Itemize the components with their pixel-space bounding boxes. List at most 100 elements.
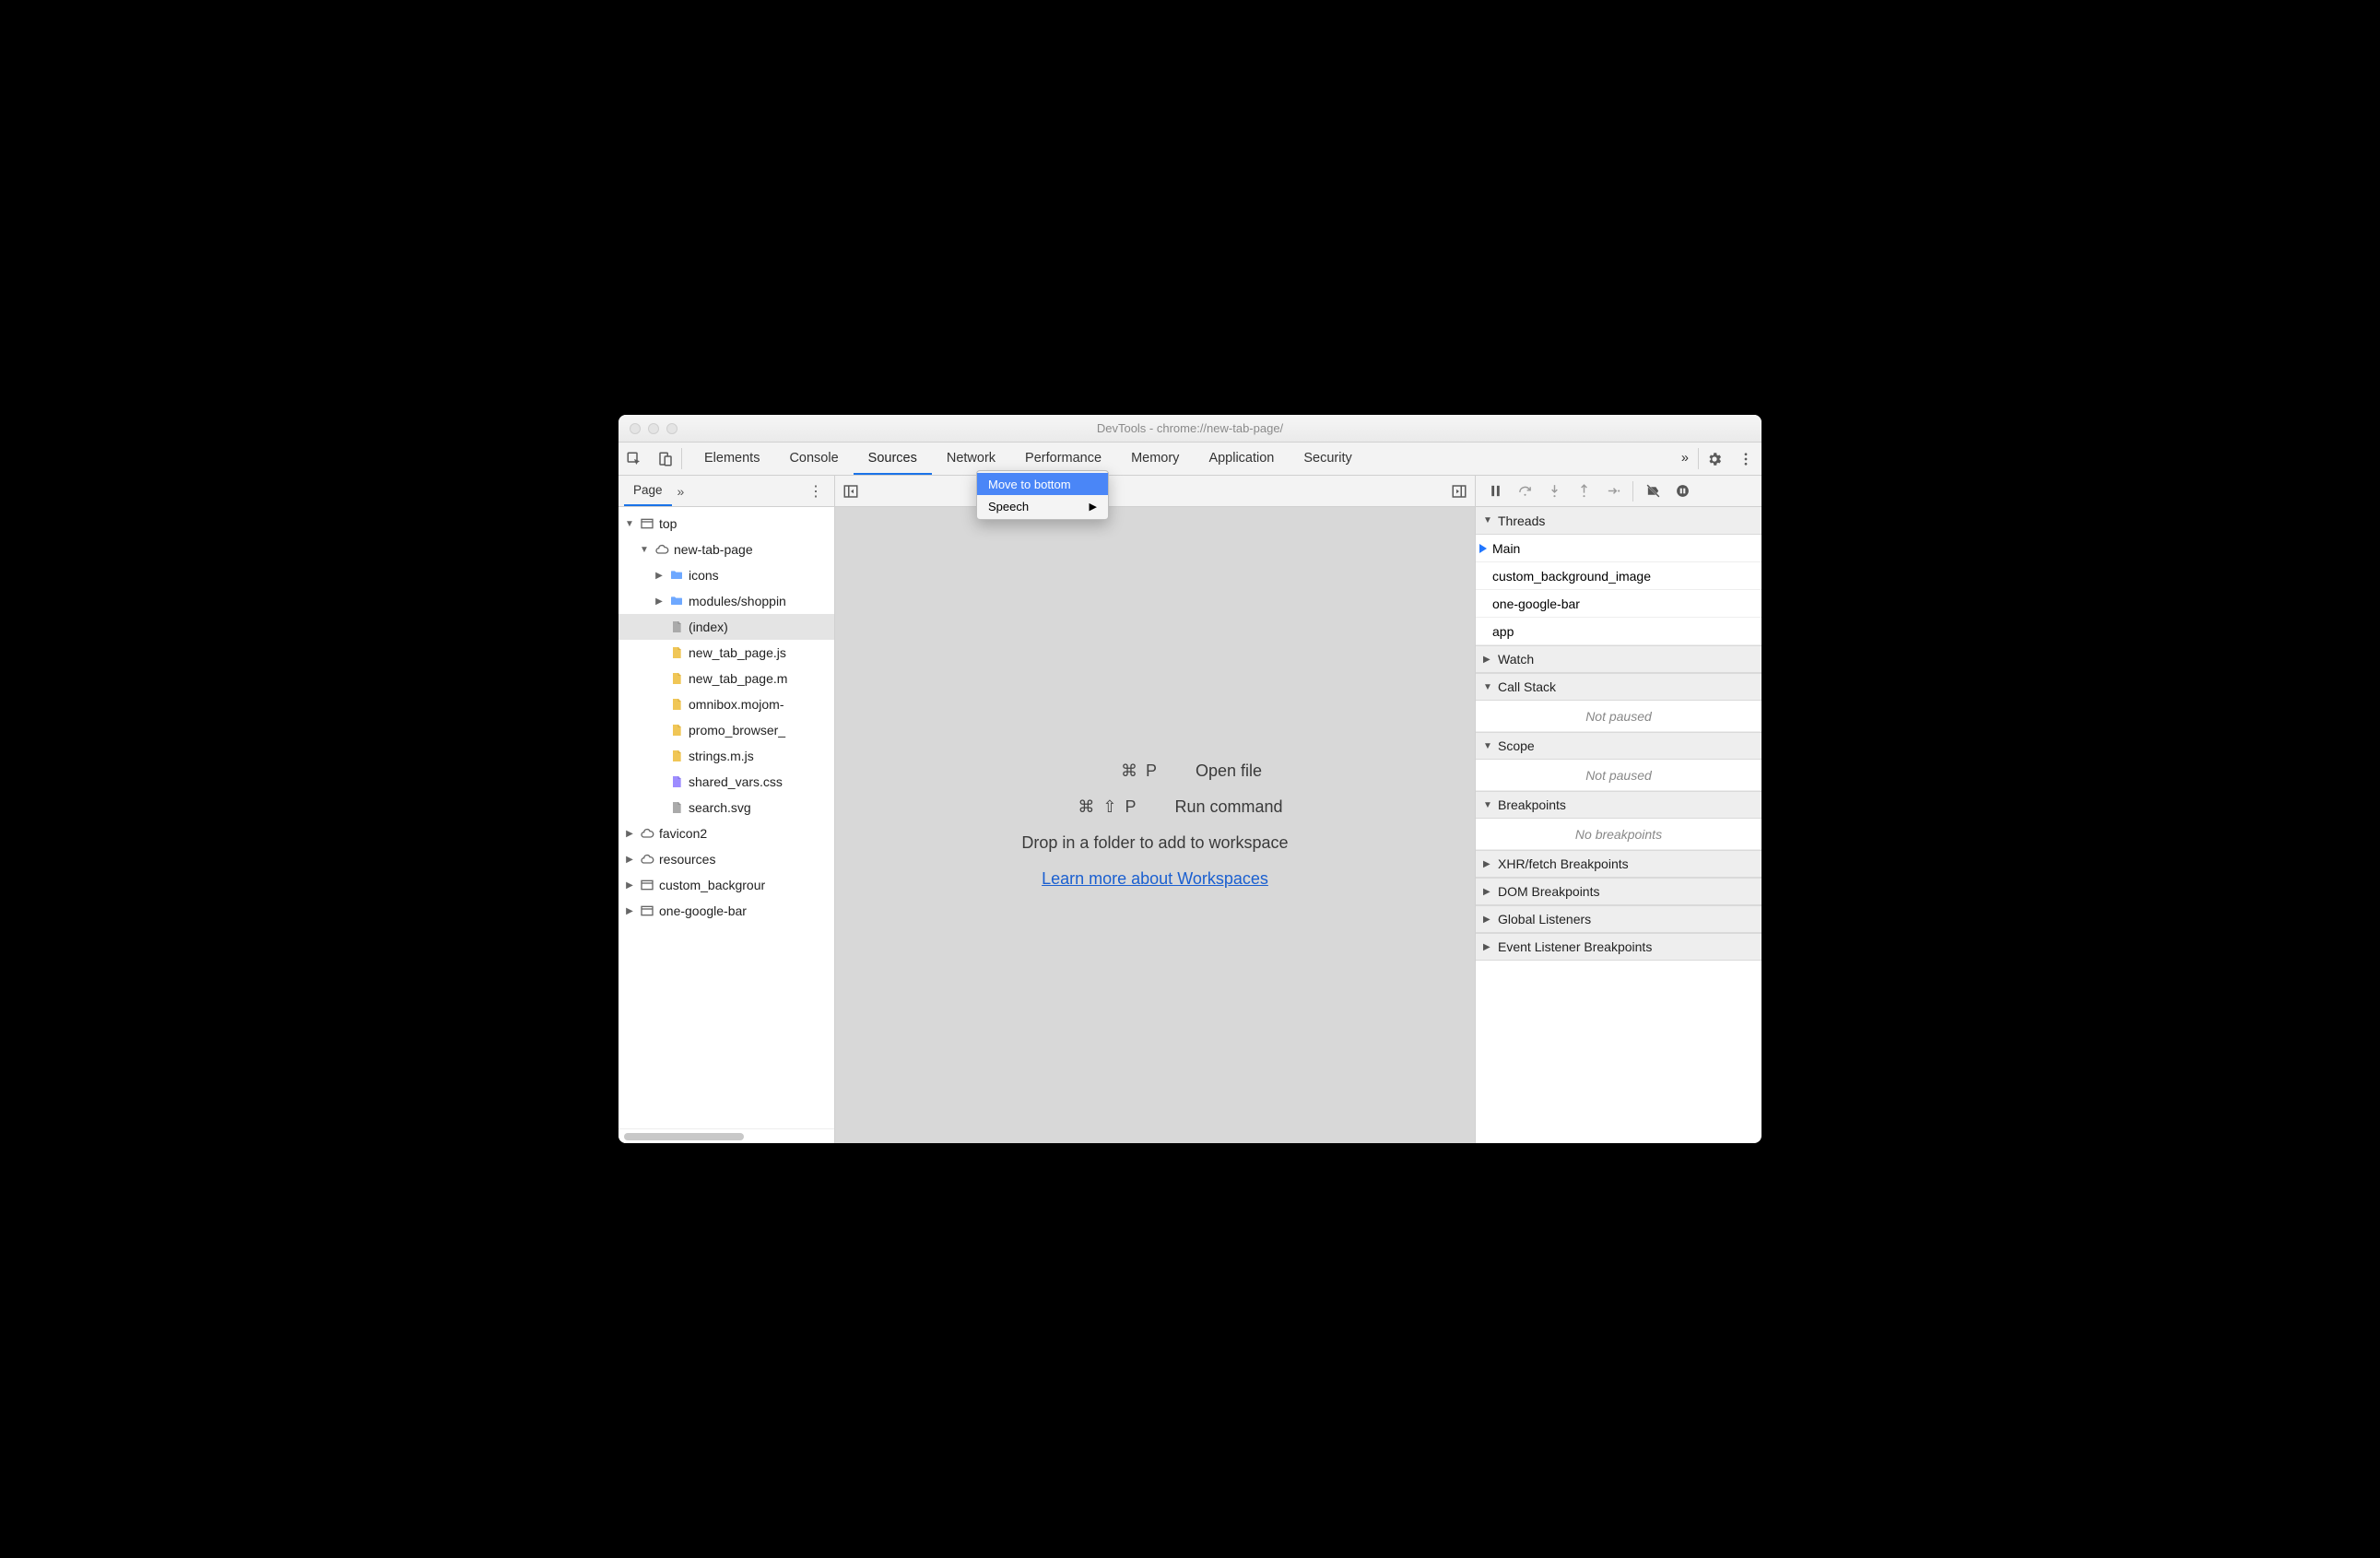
css-icon [668, 773, 685, 790]
threads-header[interactable]: ▼Threads [1476, 507, 1761, 535]
tree-node-label: icons [689, 568, 719, 583]
expand-arrow-icon[interactable]: ▶ [624, 906, 635, 916]
navigator-pane: Page » ⋮ ▼ top ▼ new-tab-page ▶ icons ▶modules… [619, 476, 835, 1143]
tree-node[interactable]: ▶ custom_backgrour [619, 872, 834, 898]
kebab-menu-icon[interactable] [1730, 443, 1761, 475]
tree-node[interactable]: search.svg [619, 795, 834, 820]
tab-security[interactable]: Security [1289, 443, 1366, 475]
frame-icon [639, 903, 655, 919]
tree-node-label: new_tab_page.js [689, 645, 786, 660]
tree-node[interactable]: new_tab_page.js [619, 640, 834, 666]
folder-icon [668, 567, 685, 584]
main-tabs: ElementsConsoleSourcesNetworkPerformance… [619, 443, 1761, 476]
js-icon [668, 644, 685, 661]
scope-header[interactable]: ▼Scope [1476, 732, 1761, 760]
tree-node-label: promo_browser_ [689, 723, 785, 738]
tree-node-label: custom_backgrour [659, 878, 765, 892]
hscrollbar[interactable] [619, 1128, 834, 1143]
call-stack-placeholder: Not paused [1476, 701, 1761, 732]
context-menu-item[interactable]: Move to bottom [977, 473, 1108, 495]
close-traffic-light[interactable] [630, 423, 641, 434]
tree-node-label: new-tab-page [674, 542, 753, 557]
expand-arrow-icon[interactable]: ▶ [624, 829, 635, 839]
tree-node-label: top [659, 516, 677, 531]
expand-arrow-icon[interactable]: ▶ [624, 880, 635, 891]
tab-elements[interactable]: Elements [689, 443, 774, 475]
navigator-kebab-icon[interactable]: ⋮ [803, 482, 829, 501]
tab-console[interactable]: Console [774, 443, 853, 475]
event-listener-breakpoints-header[interactable]: ▶Event Listener Breakpoints [1476, 933, 1761, 961]
expand-arrow-icon[interactable]: ▼ [639, 545, 650, 555]
context-menu-label: Move to bottom [988, 478, 1071, 491]
tree-node[interactable]: (index) [619, 614, 834, 640]
doc-icon [668, 799, 685, 816]
xhr-breakpoints-header[interactable]: ▶XHR/fetch Breakpoints [1476, 850, 1761, 878]
tree-node-label: strings.m.js [689, 749, 754, 763]
js-icon [668, 670, 685, 687]
devtools-window: DevTools - chrome://new-tab-page/ Elemen… [619, 415, 1761, 1143]
expand-arrow-icon[interactable]: ▶ [624, 855, 635, 865]
step-out-icon[interactable] [1570, 478, 1597, 505]
debugger-sections: ▼Threads Maincustom_background_imageone-… [1476, 507, 1761, 1143]
more-tabs[interactable]: » [1672, 443, 1698, 475]
open-file-keys: ⌘ P [1048, 761, 1159, 781]
file-tree[interactable]: ▼ top ▼ new-tab-page ▶ icons ▶modules/shoppin(… [619, 507, 834, 1128]
navigator-more-tabs[interactable]: » [672, 484, 690, 499]
tree-node[interactable]: ▶modules/shoppin [619, 588, 834, 614]
tree-node[interactable]: ▶resources [619, 846, 834, 872]
frame-icon [639, 515, 655, 532]
debugger-pane: ▼Threads Maincustom_background_imageone-… [1476, 476, 1761, 1143]
tree-node[interactable]: ▶ one-google-bar [619, 898, 834, 924]
breakpoints-header[interactable]: ▼Breakpoints [1476, 791, 1761, 819]
tree-node[interactable]: shared_vars.css [619, 769, 834, 795]
tree-node-label: one-google-bar [659, 903, 747, 918]
expand-arrow-icon[interactable]: ▼ [624, 519, 635, 529]
deactivate-breakpoints-icon[interactable] [1639, 478, 1667, 505]
show-navigator-icon[interactable] [842, 483, 859, 500]
tree-node[interactable]: omnibox.mojom- [619, 691, 834, 717]
thread-item[interactable]: one-google-bar [1476, 590, 1761, 618]
context-menu-item[interactable]: Speech▶ [977, 495, 1108, 517]
step-into-icon[interactable] [1540, 478, 1568, 505]
traffic-lights [619, 423, 677, 434]
tree-node[interactable]: new_tab_page.m [619, 666, 834, 691]
tab-memory[interactable]: Memory [1116, 443, 1194, 475]
tree-node-label: shared_vars.css [689, 774, 783, 789]
dom-breakpoints-header[interactable]: ▶DOM Breakpoints [1476, 878, 1761, 905]
expand-arrow-icon[interactable]: ▶ [654, 596, 665, 607]
learn-more-link[interactable]: Learn more about Workspaces [1042, 869, 1268, 889]
tree-node[interactable]: ▼ top [619, 511, 834, 537]
open-file-hint: ⌘ P Open file [1048, 761, 1262, 781]
tab-sources[interactable]: Sources [854, 443, 932, 475]
watch-header[interactable]: ▶Watch [1476, 645, 1761, 673]
body: Page » ⋮ ▼ top ▼ new-tab-page ▶ icons ▶modules… [619, 476, 1761, 1143]
context-menu: Move to bottom Speech▶ [976, 470, 1109, 520]
tree-node[interactable]: strings.m.js [619, 743, 834, 769]
thread-item[interactable]: Main [1476, 535, 1761, 562]
tree-node[interactable]: ▶favicon2 [619, 820, 834, 846]
tree-node[interactable]: promo_browser_ [619, 717, 834, 743]
thread-item[interactable]: custom_background_image [1476, 562, 1761, 590]
device-toolbar-icon[interactable] [650, 443, 681, 475]
zoom-traffic-light[interactable] [666, 423, 677, 434]
pause-icon[interactable] [1481, 478, 1509, 505]
hscroll-thumb[interactable] [624, 1133, 744, 1140]
page-tab[interactable]: Page [624, 476, 672, 506]
call-stack-header[interactable]: ▼Call Stack [1476, 673, 1761, 701]
tab-application[interactable]: Application [1194, 443, 1289, 475]
tree-node[interactable]: ▶ icons [619, 562, 834, 588]
global-listeners-header[interactable]: ▶Global Listeners [1476, 905, 1761, 933]
show-debugger-icon[interactable] [1451, 483, 1467, 500]
settings-icon[interactable] [1699, 443, 1730, 475]
titlebar: DevTools - chrome://new-tab-page/ [619, 415, 1761, 443]
thread-item[interactable]: app [1476, 618, 1761, 645]
minimize-traffic-light[interactable] [648, 423, 659, 434]
run-command-keys: ⌘ ⇧ P [1027, 797, 1137, 817]
inspect-element-icon[interactable] [619, 443, 650, 475]
pause-on-exceptions-icon[interactable] [1668, 478, 1696, 505]
folder-icon [668, 593, 685, 609]
step-icon[interactable] [1599, 478, 1627, 505]
expand-arrow-icon[interactable]: ▶ [654, 571, 665, 581]
tree-node[interactable]: ▼ new-tab-page [619, 537, 834, 562]
step-over-icon[interactable] [1511, 478, 1538, 505]
